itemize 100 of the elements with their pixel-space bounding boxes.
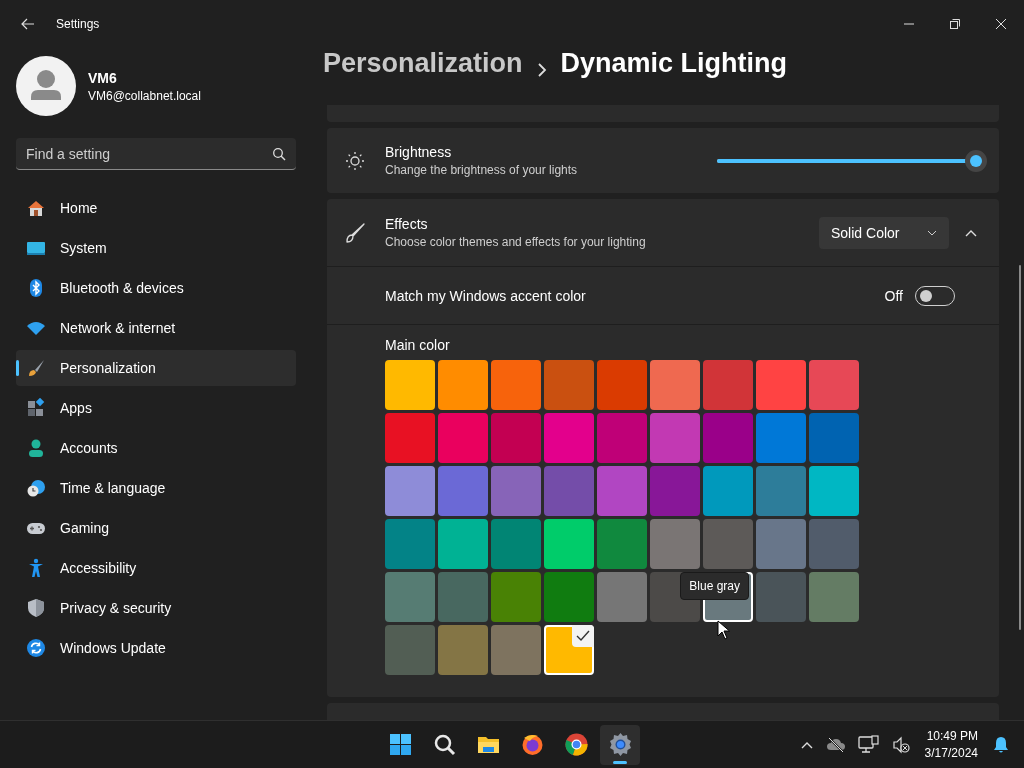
clock-globe-icon [26, 478, 46, 498]
color-swatch[interactable] [544, 466, 594, 516]
color-swatch[interactable] [703, 466, 753, 516]
color-swatch[interactable] [597, 466, 647, 516]
color-swatch[interactable] [756, 572, 806, 622]
color-swatch[interactable] [650, 519, 700, 569]
color-swatch[interactable] [809, 360, 859, 410]
user-email: VM6@collabnet.local [88, 88, 201, 103]
color-swatch[interactable] [756, 413, 806, 463]
avatar-icon [16, 56, 76, 116]
nav-item[interactable]: Home [16, 190, 296, 226]
gear-icon [607, 732, 633, 757]
chevron-up-icon [965, 228, 977, 237]
slider-thumb[interactable] [965, 149, 987, 172]
chevron-down-icon [927, 229, 937, 236]
color-swatch[interactable] [385, 360, 435, 410]
color-swatch[interactable] [385, 519, 435, 569]
color-swatch[interactable] [756, 519, 806, 569]
user-name: VM6 [88, 69, 118, 86]
color-swatch[interactable] [597, 572, 647, 622]
nav-item[interactable]: Accounts [16, 430, 296, 466]
color-swatch[interactable] [650, 413, 700, 463]
color-swatch[interactable] [491, 625, 541, 675]
nav-item[interactable]: Accessibility [16, 550, 296, 586]
restore-icon [950, 19, 960, 29]
taskbar-app[interactable] [600, 724, 640, 765]
nav-item[interactable]: Personalization [16, 350, 296, 386]
breadcrumb-link[interactable]: Personalization [323, 48, 523, 79]
person-icon [26, 438, 46, 458]
color-swatch[interactable] [544, 360, 594, 410]
search-field[interactable]: Find a setting [16, 138, 296, 170]
nav-item[interactable]: System [16, 230, 296, 266]
color-swatch[interactable] [438, 466, 488, 516]
color-swatch[interactable] [491, 572, 541, 622]
tooltip: Blue gray [680, 572, 749, 600]
color-swatch[interactable] [650, 466, 700, 516]
setting-title: Effects [385, 216, 429, 232]
sync-icon [26, 638, 46, 658]
start-icon [387, 732, 413, 757]
selection-indicator [16, 360, 19, 376]
paintbrush-icon [344, 221, 366, 244]
nav-item[interactable]: Privacy & security [16, 590, 296, 626]
back-arrow-icon [20, 16, 36, 32]
color-swatch[interactable] [544, 519, 594, 569]
color-swatch[interactable] [756, 360, 806, 410]
color-swatch[interactable] [491, 519, 541, 569]
sun-icon [345, 150, 365, 171]
page-title: Dynamic Lighting [560, 48, 788, 79]
nav-item[interactable]: Apps [16, 390, 296, 426]
setting-description: Change the brightness of your lights [385, 163, 579, 177]
active-indicator [613, 760, 627, 764]
color-swatch[interactable] [438, 360, 488, 410]
apps-icon [26, 398, 46, 418]
color-swatch[interactable] [491, 466, 541, 516]
section-label: Main color [385, 337, 451, 353]
toggle-state: Off [884, 287, 903, 304]
nav-item[interactable]: Network & internet [16, 310, 296, 346]
setting-title: Brightness [385, 144, 453, 160]
color-swatch[interactable] [438, 519, 488, 569]
color-swatch[interactable] [703, 413, 753, 463]
home-icon [26, 198, 46, 218]
color-swatch[interactable] [809, 413, 859, 463]
nav-item[interactable]: Gaming [16, 510, 296, 546]
chrome-icon [563, 732, 589, 757]
color-swatch[interactable] [544, 572, 594, 622]
color-swatch[interactable] [809, 466, 859, 516]
scrollbar[interactable] [1019, 265, 1021, 630]
color-swatch[interactable] [809, 519, 859, 569]
color-swatch[interactable] [597, 360, 647, 410]
setting-label: Match my Windows accent color [385, 287, 587, 304]
color-swatch[interactable] [809, 572, 859, 622]
color-swatch[interactable] [491, 360, 541, 410]
setting-description: Choose color themes and effects for your lighting [385, 235, 647, 249]
window-title: Settings [56, 17, 100, 31]
shield-icon [26, 598, 46, 618]
color-swatch[interactable] [756, 466, 806, 516]
color-swatch[interactable] [438, 625, 488, 675]
color-swatch[interactable] [544, 625, 594, 675]
color-swatch[interactable] [703, 360, 753, 410]
clock[interactable]: 10:49 PM 3/17/2024 [918, 729, 984, 760]
color-swatch[interactable] [597, 413, 647, 463]
close-icon [996, 19, 1006, 29]
color-swatch[interactable] [385, 572, 435, 622]
color-swatch[interactable] [385, 413, 435, 463]
color-swatch[interactable] [703, 519, 753, 569]
effect-dropdown[interactable]: Solid Color [819, 216, 949, 249]
color-swatch[interactable] [438, 572, 488, 622]
color-swatch[interactable] [597, 519, 647, 569]
color-swatch[interactable] [438, 413, 488, 463]
chevron-icon [536, 62, 547, 77]
color-swatch[interactable] [385, 625, 435, 675]
color-swatch[interactable] [385, 466, 435, 516]
color-swatch[interactable] [650, 360, 700, 410]
color-swatch[interactable] [491, 413, 541, 463]
check-icon [576, 630, 590, 642]
nav-item[interactable]: Windows Update [16, 630, 296, 666]
brightness-slider[interactable] [717, 149, 987, 172]
nav-item[interactable]: Bluetooth & devices [16, 270, 296, 306]
color-swatch[interactable] [544, 413, 594, 463]
nav-item[interactable]: Time & language [16, 470, 296, 506]
